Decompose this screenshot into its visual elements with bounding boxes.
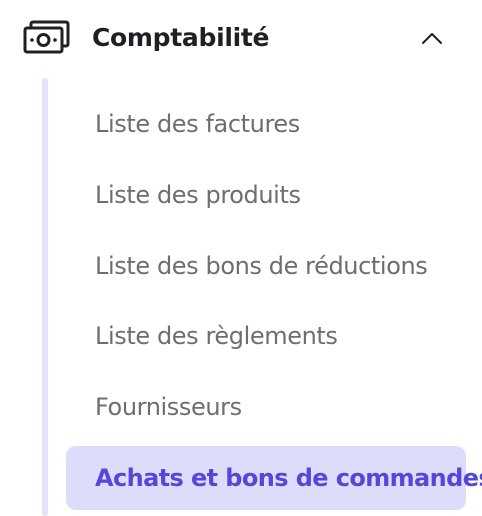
menu-item-label: Achats et bons de commandes bbox=[95, 464, 482, 492]
submenu-tree-line bbox=[42, 78, 48, 516]
menu-item-label: Liste des bons de réductions bbox=[95, 252, 428, 280]
menu-item-products-list[interactable]: Liste des produits bbox=[66, 170, 466, 220]
accounting-section-header[interactable]: Comptabilité bbox=[0, 0, 482, 78]
menu-item-label: Liste des produits bbox=[95, 181, 301, 209]
section-title: Comptabilité bbox=[92, 23, 270, 52]
menu-item-payments-list[interactable]: Liste des règlements bbox=[66, 311, 466, 361]
cash-icon bbox=[22, 19, 70, 55]
menu-item-discount-vouchers-list[interactable]: Liste des bons de réductions bbox=[66, 241, 466, 291]
menu-item-label: Liste des factures bbox=[95, 110, 300, 138]
menu-item-invoices-list[interactable]: Liste des factures bbox=[66, 99, 466, 149]
menu-item-label: Fournisseurs bbox=[95, 393, 242, 421]
chevron-up-icon[interactable] bbox=[420, 27, 444, 47]
menu-item-purchases-orders[interactable]: Achats et bons de commandes bbox=[66, 446, 482, 510]
menu-item-suppliers[interactable]: Fournisseurs bbox=[66, 382, 466, 432]
menu-item-label: Liste des règlements bbox=[95, 322, 338, 350]
